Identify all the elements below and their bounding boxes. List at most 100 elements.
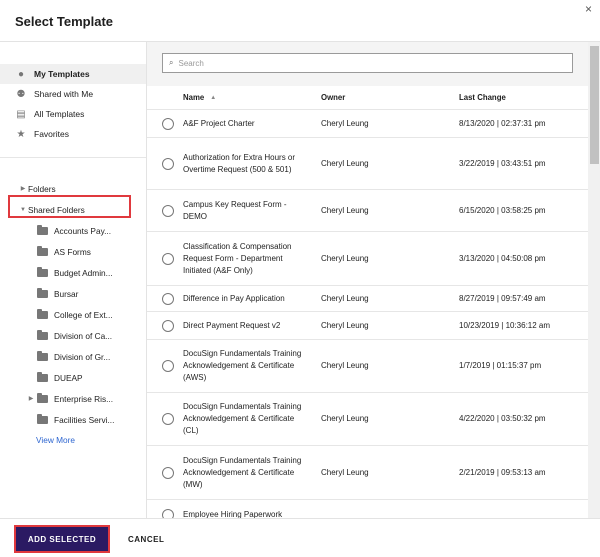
view-more-link[interactable]: View More bbox=[0, 435, 146, 445]
template-name-cell: DocuSign Fundamentals Training Acknowled… bbox=[183, 446, 321, 500]
template-date-cell: 6/15/2020 | 03:58:25 pm bbox=[459, 190, 588, 232]
column-name[interactable]: Name ▲ bbox=[183, 86, 321, 110]
folder-label: AS Forms bbox=[54, 246, 91, 257]
dialog-title: Select Template bbox=[15, 14, 114, 29]
scrollbar[interactable] bbox=[588, 42, 600, 518]
radio-cell[interactable] bbox=[147, 110, 183, 138]
star-icon: ★ bbox=[16, 128, 26, 140]
nav-shared-with-me[interactable]: ⚉ Shared with Me bbox=[0, 84, 146, 104]
search-icon: ⌕ bbox=[169, 58, 174, 67]
folder-icon bbox=[37, 371, 48, 382]
shared-folder-item[interactable]: Budget Admin... bbox=[0, 262, 146, 283]
folder-label: Budget Admin... bbox=[54, 267, 113, 278]
radio-cell[interactable] bbox=[147, 232, 183, 286]
shared-folder-item[interactable]: AS Forms bbox=[0, 241, 146, 262]
radio-cell[interactable] bbox=[147, 500, 183, 518]
template-name-cell: Authorization for Extra Hours or Overtim… bbox=[183, 138, 321, 190]
nav-label: My Templates bbox=[34, 69, 90, 79]
folder-label: Division of Ca... bbox=[54, 330, 113, 341]
nav-all-templates[interactable]: ▤ All Templates bbox=[0, 104, 146, 124]
radio-button[interactable] bbox=[162, 292, 174, 305]
nav-favorites[interactable]: ★ Favorites bbox=[0, 124, 146, 144]
radio-cell[interactable] bbox=[147, 393, 183, 446]
column-last-change[interactable]: Last Change bbox=[459, 86, 588, 110]
template-name-cell: DocuSign Fundamentals Training Acknowled… bbox=[183, 340, 321, 393]
column-label: Name bbox=[183, 93, 205, 102]
template-list-panel: ⌕ Search Name ▲ Owner Last Change A&F Proj… bbox=[147, 42, 588, 518]
radio-button[interactable] bbox=[162, 252, 174, 265]
template-owner-cell: Cheryl Leung bbox=[321, 286, 459, 312]
radio-button[interactable] bbox=[162, 204, 174, 217]
radio-button[interactable] bbox=[162, 508, 174, 518]
template-date-cell: 3/13/2020 | 04:50:08 pm bbox=[459, 232, 588, 286]
template-owner-cell: Cheryl Leung bbox=[321, 340, 459, 393]
radio-cell[interactable] bbox=[147, 190, 183, 232]
radio-cell[interactable] bbox=[147, 312, 183, 340]
template-owner-cell: Cheryl Leung bbox=[321, 138, 459, 190]
template-owner-cell: Cheryl Leung bbox=[321, 393, 459, 446]
dialog-header: Select Template × bbox=[0, 0, 600, 42]
folder-label: Division of Gr... bbox=[54, 351, 111, 362]
folder-icon bbox=[37, 392, 48, 403]
nav-my-templates[interactable]: ● My Templates bbox=[0, 64, 146, 84]
shared-folder-item[interactable]: Accounts Pay... bbox=[0, 220, 146, 241]
radio-button[interactable] bbox=[162, 157, 174, 170]
nav-label: Shared with Me bbox=[34, 89, 94, 99]
template-owner-cell bbox=[321, 500, 459, 518]
folder-label: Enterprise Ris... bbox=[54, 393, 114, 404]
radio-cell[interactable] bbox=[147, 340, 183, 393]
nav-label: Favorites bbox=[34, 129, 69, 139]
highlight-box bbox=[8, 195, 131, 218]
template-date-cell: 8/27/2019 | 09:57:49 am bbox=[459, 286, 588, 312]
shared-folder-item[interactable]: College of Ext... bbox=[0, 304, 146, 325]
column-owner[interactable]: Owner bbox=[321, 86, 459, 110]
folder-icon bbox=[37, 287, 48, 298]
search-input[interactable]: ⌕ Search bbox=[162, 53, 573, 73]
person-icon: ● bbox=[17, 68, 25, 80]
add-selected-button[interactable]: ADD SELECTED bbox=[14, 525, 110, 553]
sidebar: ● My Templates ⚉ Shared with Me ▤ All Templ… bbox=[0, 42, 147, 518]
folder-icon bbox=[37, 413, 48, 424]
template-owner-cell: Cheryl Leung bbox=[321, 190, 459, 232]
radio-button[interactable] bbox=[162, 466, 174, 479]
template-date-cell: 2/21/2019 | 09:53:13 am bbox=[459, 446, 588, 500]
dialog-footer: ADD SELECTED CANCEL bbox=[0, 518, 600, 557]
tree-label: Folders bbox=[28, 183, 56, 194]
shared-folder-item[interactable]: Division of Ca... bbox=[0, 325, 146, 346]
shared-folder-item[interactable]: Facilities Servi... bbox=[0, 409, 146, 430]
template-date-cell: 4/22/2020 | 03:50:32 pm bbox=[459, 393, 588, 446]
radio-cell[interactable] bbox=[147, 286, 183, 312]
radio-button[interactable] bbox=[162, 117, 174, 130]
template-owner-cell: Cheryl Leung bbox=[321, 110, 459, 138]
folder-icon bbox=[37, 224, 48, 235]
radio-cell[interactable] bbox=[147, 446, 183, 500]
cancel-button[interactable]: CANCEL bbox=[128, 535, 164, 544]
template-date-cell: 10/23/2019 | 10:36:12 am bbox=[459, 312, 588, 340]
radio-button[interactable] bbox=[162, 413, 174, 425]
radio-cell[interactable] bbox=[147, 138, 183, 190]
template-owner-cell: Cheryl Leung bbox=[321, 446, 459, 500]
folder-label: College of Ext... bbox=[54, 309, 113, 320]
sort-asc-icon: ▲ bbox=[210, 94, 217, 101]
template-name-cell: A&F Project Charter bbox=[183, 110, 321, 138]
template-name-cell: Employee Hiring Paperwork bbox=[183, 500, 321, 519]
nav-list: ● My Templates ⚉ Shared with Me ▤ All Templ… bbox=[0, 42, 146, 158]
template-name-cell: Direct Payment Request v2 bbox=[183, 312, 321, 340]
shared-folder-item[interactable]: Bursar bbox=[0, 283, 146, 304]
shared-folder-item[interactable]: Division of Gr... bbox=[0, 346, 146, 367]
caret-right-icon: ▶ bbox=[20, 186, 26, 192]
shared-folder-item[interactable]: ▶ Enterprise Ris... bbox=[0, 388, 146, 409]
template-name-cell: Difference in Pay Application bbox=[183, 286, 321, 312]
search-placeholder: Search bbox=[178, 58, 204, 68]
scrollbar-thumb[interactable] bbox=[590, 46, 599, 164]
radio-button[interactable] bbox=[162, 319, 174, 332]
template-table: Name ▲ Owner Last Change A&F Project Char… bbox=[147, 86, 588, 518]
folder-label: Accounts Pay... bbox=[54, 225, 112, 236]
nav-label: All Templates bbox=[34, 109, 85, 119]
folder-icon bbox=[37, 266, 48, 277]
close-icon[interactable]: × bbox=[585, 2, 592, 16]
folder-icon bbox=[37, 329, 48, 340]
shared-folder-item[interactable]: DUEAP bbox=[0, 367, 146, 388]
radio-button[interactable] bbox=[162, 360, 174, 372]
template-date-cell: 8/13/2020 | 02:37:31 pm bbox=[459, 110, 588, 138]
